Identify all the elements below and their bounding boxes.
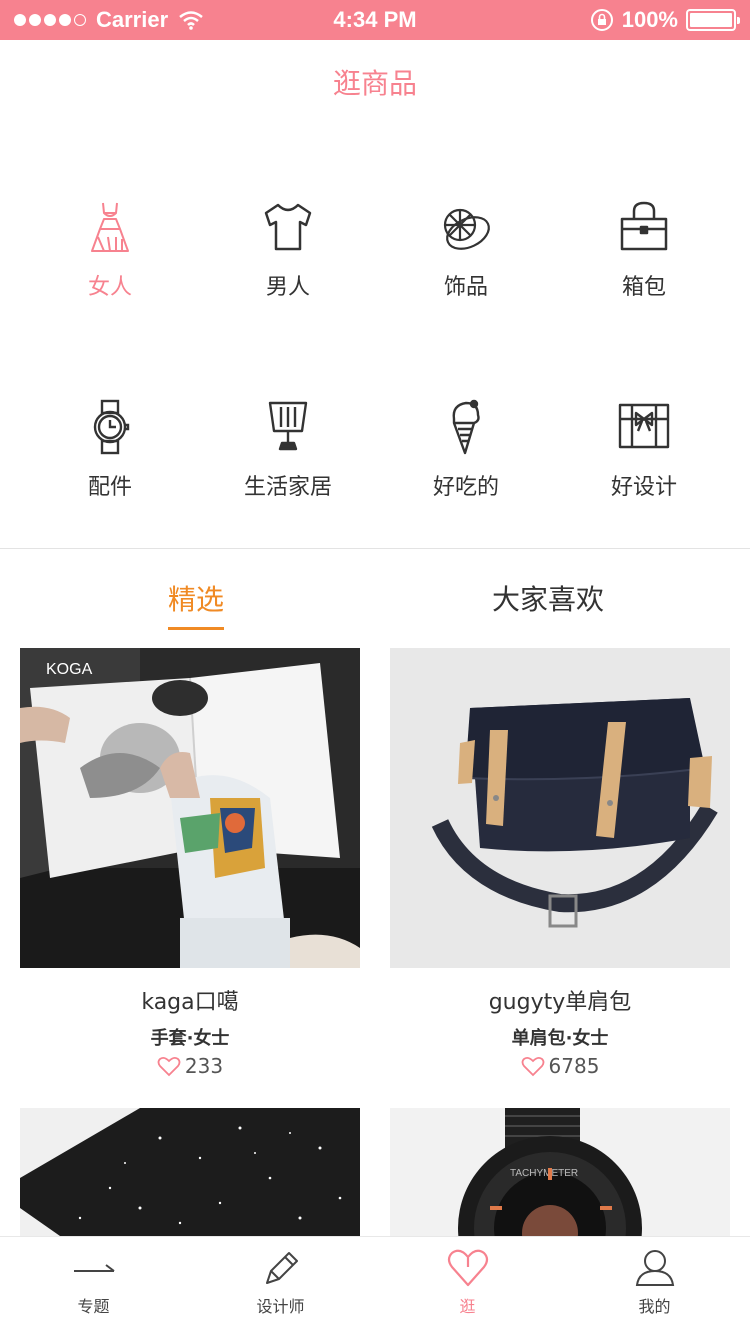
tabbar-label: 我的	[638, 1297, 671, 1316]
category-label: 生活家居	[243, 475, 332, 500]
tab-featured[interactable]: 精选	[168, 578, 225, 630]
product-likes[interactable]: 233	[20, 1054, 360, 1078]
tab-popular[interactable]: 大家喜欢	[492, 578, 604, 618]
koga-watermark: KOGA	[46, 661, 93, 678]
tabbar-browse[interactable]: 逛	[374, 1237, 561, 1334]
glove-book-photo: KOGA	[20, 648, 360, 968]
product-name: kaga口噶	[141, 990, 239, 1015]
pencil-icon	[265, 1252, 298, 1284]
gift-box-icon	[618, 403, 670, 449]
like-count: 6785	[548, 1054, 600, 1078]
product-category: 手套·女士	[150, 1028, 230, 1049]
dress-icon	[91, 202, 129, 252]
tachymeter-text: TACHYMETER	[510, 1168, 578, 1179]
tabbar-label: 逛	[459, 1297, 476, 1316]
product-image-watch[interactable]: TACHYMETER	[390, 1108, 730, 1236]
product-image-bag[interactable]	[390, 648, 730, 968]
product-card[interactable]: TACHYMETER	[390, 1108, 730, 1236]
product-card[interactable]: KOGA kaga口噶 手套·女士 233	[20, 648, 360, 1078]
line-icon	[73, 1264, 115, 1272]
speckled-notebook-photo	[20, 1108, 360, 1236]
status-left: Carrier	[14, 6, 204, 34]
tabbar-label: 设计师	[256, 1297, 305, 1316]
status-bar: Carrier 4:34 PM 100%	[0, 0, 750, 40]
page-title: 逛商品	[332, 67, 417, 100]
battery-percentage: 100%	[621, 7, 678, 32]
like-count: 233	[184, 1054, 224, 1078]
ring-icon	[443, 208, 490, 250]
product-likes[interactable]: 6785	[390, 1054, 730, 1078]
category-design[interactable]: 好设计	[554, 395, 734, 501]
category-label: 配件	[87, 475, 132, 500]
tab-label: 精选	[168, 583, 225, 616]
signal-strength-icon	[14, 14, 86, 26]
section-divider	[0, 548, 750, 549]
black-watch-photo: TACHYMETER	[390, 1108, 730, 1236]
category-bags[interactable]: 箱包	[554, 195, 734, 301]
category-accessories[interactable]: 饰品	[376, 195, 556, 301]
bottom-tab-bar: 专题 设计师 逛 我的	[0, 1236, 750, 1334]
category-women[interactable]: 女人	[20, 195, 200, 301]
product-image-glove[interactable]: KOGA	[20, 648, 360, 968]
heart-icon	[157, 1056, 181, 1077]
category-label: 男人	[265, 275, 310, 300]
carrier-name: Carrier	[96, 7, 169, 32]
heart-icon	[447, 1249, 488, 1287]
category-label: 女人	[87, 275, 132, 300]
handbag-icon	[620, 201, 668, 251]
ice-cream-icon	[452, 399, 480, 455]
product-category: 单肩包·女士	[511, 1028, 609, 1049]
tabbar-topics[interactable]: 专题	[0, 1237, 187, 1334]
wifi-icon	[179, 11, 203, 30]
navy-bag-photo	[390, 648, 730, 968]
battery-level	[690, 13, 732, 27]
watch-icon	[93, 399, 130, 455]
product-card[interactable]: gugyty单肩包 单肩包·女士 6785	[390, 648, 730, 1078]
tabbar-label: 专题	[77, 1297, 110, 1316]
product-name: gugyty单肩包	[488, 990, 632, 1015]
lamp-icon	[268, 401, 308, 451]
person-icon	[635, 1250, 674, 1286]
category-label: 好吃的	[432, 475, 499, 500]
battery-icon	[686, 9, 740, 31]
tab-underline	[168, 627, 225, 630]
status-right: 100%	[590, 6, 740, 34]
tabbar-designers[interactable]: 设计师	[187, 1237, 374, 1334]
category-label: 好设计	[610, 475, 677, 500]
category-home[interactable]: 生活家居	[198, 395, 378, 501]
tshirt-icon	[264, 203, 312, 251]
heart-icon	[521, 1056, 544, 1077]
category-food[interactable]: 好吃的	[376, 395, 556, 501]
tabbar-mine[interactable]: 我的	[561, 1237, 748, 1334]
category-label: 箱包	[621, 275, 666, 300]
product-image-notebook[interactable]	[20, 1108, 360, 1236]
category-label: 饰品	[443, 275, 488, 300]
category-men[interactable]: 男人	[198, 195, 378, 301]
category-parts[interactable]: 配件	[20, 395, 200, 501]
product-card[interactable]	[20, 1108, 360, 1236]
rotation-lock-icon	[590, 9, 613, 31]
tab-label: 大家喜欢	[492, 583, 605, 616]
